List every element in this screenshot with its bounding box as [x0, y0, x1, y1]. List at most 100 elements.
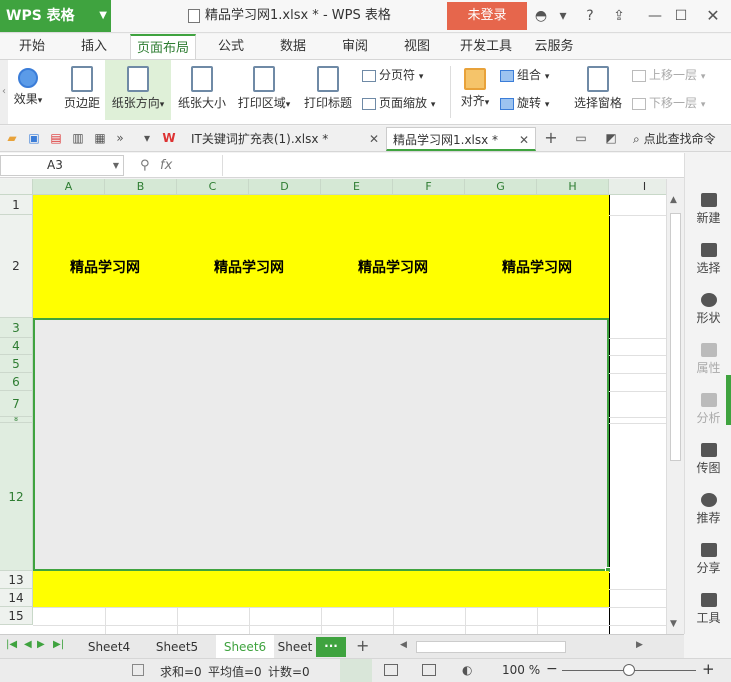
open-icon[interactable]: ▰	[5, 131, 19, 145]
print-titles-button[interactable]: 打印标题	[300, 60, 356, 120]
tab-review[interactable]: 审阅	[331, 34, 379, 60]
close-icon[interactable]: ✕	[519, 128, 529, 152]
page-layout-view-icon[interactable]	[422, 664, 436, 676]
send-backward-button[interactable]: 下移一层 ▾	[632, 92, 705, 114]
row-header-4[interactable]: 4	[0, 338, 33, 355]
doc-tab-1[interactable]: IT关键词扩充表(1).xlsx * ✕	[185, 127, 385, 151]
chevron-down-icon[interactable]: ▼	[113, 156, 119, 175]
more-sheets-icon[interactable]: ···	[316, 637, 346, 657]
row-header-15[interactable]: 15	[0, 607, 33, 625]
row-header-2[interactable]: 2	[0, 215, 33, 318]
row-header-7[interactable]: 7	[0, 391, 33, 417]
bring-forward-button[interactable]: 上移一层 ▾	[632, 64, 705, 86]
first-sheet-icon[interactable]: |◀	[6, 639, 17, 650]
preview-icon[interactable]: ▦	[93, 131, 107, 145]
cell-c2[interactable]: 精品学习网	[177, 215, 321, 318]
selected-range[interactable]	[33, 318, 609, 571]
doc-tab-2[interactable]: 精品学习网1.xlsx * ✕	[386, 127, 536, 151]
column-header-i[interactable]: I	[609, 179, 666, 195]
maximize-icon[interactable]: ☐	[671, 6, 691, 26]
column-header-c[interactable]: C	[177, 179, 249, 195]
side-select[interactable]: 选择	[685, 243, 731, 276]
column-header-f[interactable]: F	[393, 179, 465, 195]
side-shape[interactable]: 形状	[685, 293, 731, 326]
group-button[interactable]: 组合 ▾	[500, 64, 549, 86]
more-icon[interactable]: »	[113, 131, 127, 145]
cell-e2[interactable]: 精品学习网	[321, 215, 465, 318]
side-share[interactable]: 分享	[685, 543, 731, 576]
row-header-12[interactable]: 12	[0, 423, 33, 571]
rotate-button[interactable]: 旋转 ▾	[500, 92, 549, 114]
column-header-e[interactable]: E	[321, 179, 393, 195]
formula-input[interactable]	[222, 155, 682, 176]
side-recommend[interactable]: 推荐	[685, 493, 731, 526]
fx-button[interactable]: fx	[160, 155, 220, 176]
prev-sheet-icon[interactable]: ◀	[24, 639, 32, 650]
tab-developer[interactable]: 开发工具	[455, 34, 517, 60]
eye-protection-icon[interactable]: ◐	[462, 663, 472, 677]
orientation-button[interactable]: 纸张方向▾	[105, 60, 171, 120]
column-header-d[interactable]: D	[249, 179, 321, 195]
tab-view[interactable]: 视图	[393, 34, 441, 60]
minimize-icon[interactable]: —	[645, 6, 665, 26]
zoom-slider-thumb[interactable]	[623, 664, 635, 676]
zoom-level[interactable]: 100 %	[502, 663, 540, 677]
cell-g2[interactable]: 精品学习网	[465, 215, 609, 318]
normal-view-button[interactable]	[340, 659, 372, 682]
row-header-5[interactable]: 5	[0, 355, 33, 373]
cell-a2[interactable]: 精品学习网	[33, 215, 177, 318]
zoom-in-icon[interactable]: +	[702, 660, 715, 678]
zoom-search-icon[interactable]: ⚲	[140, 158, 156, 174]
page-zoom-button[interactable]: 页面缩放 ▾	[362, 92, 435, 114]
side-properties[interactable]: 属性	[685, 343, 731, 376]
close-icon[interactable]: ✕	[703, 6, 723, 26]
panel-collapse-handle[interactable]	[726, 375, 731, 425]
vertical-scrollbar[interactable]: ▲ ▼	[666, 179, 684, 634]
scroll-down-icon[interactable]: ▼	[670, 619, 677, 629]
page-break-view-icon[interactable]	[384, 664, 398, 676]
scroll-up-icon[interactable]: ▲	[670, 195, 677, 205]
sheet-tab-sheet6[interactable]: Sheet6	[216, 635, 274, 659]
selection-pane-button[interactable]: 选择窗格	[570, 60, 626, 120]
pdf-icon[interactable]: ▤	[49, 131, 63, 145]
row-header-3[interactable]: 3	[0, 318, 33, 338]
new-tab-icon[interactable]: +	[544, 130, 558, 146]
row-header-6[interactable]: 6	[0, 373, 33, 391]
zoom-out-icon[interactable]: −	[546, 661, 558, 677]
print-area-button[interactable]: 打印区域▾	[233, 60, 295, 120]
spreadsheet-grid[interactable]: A B C D E F G H I 1 2 3 4 5 6 7 8 12 13 …	[0, 179, 666, 634]
column-header-a[interactable]: A	[33, 179, 105, 195]
ribbon-scroll-left-icon[interactable]: ‹	[0, 60, 8, 124]
print-icon[interactable]: ▥	[71, 131, 85, 145]
tab-insert[interactable]: 插入	[70, 34, 118, 60]
scroll-thumb[interactable]	[670, 213, 681, 461]
next-sheet-icon[interactable]: ▶	[37, 639, 45, 650]
restore-ribbon-icon[interactable]: ⇪	[609, 6, 629, 26]
margins-button[interactable]: 页边距	[60, 60, 104, 120]
horizontal-scrollbar[interactable]	[416, 641, 566, 653]
column-header-b[interactable]: B	[105, 179, 177, 195]
side-analysis[interactable]: 分析	[685, 393, 731, 426]
close-icon[interactable]: ✕	[369, 127, 379, 151]
help-icon[interactable]: ?	[580, 6, 600, 26]
sheet-tab-partial[interactable]: Sheet	[276, 635, 314, 659]
align-button[interactable]: 对齐▾	[455, 60, 495, 120]
doc-list-icon[interactable]: ▭	[574, 131, 588, 145]
side-upload-image[interactable]: 传图	[685, 443, 731, 476]
tab-cloud[interactable]: 云服务	[528, 34, 580, 60]
tab-home[interactable]: 开始	[8, 34, 56, 60]
tab-formulas[interactable]: 公式	[207, 34, 255, 60]
side-new[interactable]: 新建	[685, 193, 731, 226]
side-tools[interactable]: 工具	[685, 593, 731, 626]
page-break-button[interactable]: 分页符 ▾	[362, 64, 423, 86]
row-header-13[interactable]: 13	[0, 571, 33, 589]
chevron-down-icon[interactable]: ▾	[140, 131, 154, 145]
back-icon[interactable]: ◩	[604, 131, 618, 145]
app-menu-button[interactable]: WPS 表格 ▼	[0, 0, 111, 32]
row-header-14[interactable]: 14	[0, 589, 33, 607]
scroll-right-icon[interactable]: ▶	[636, 640, 643, 650]
save-icon[interactable]: ▣	[27, 131, 41, 145]
search-command[interactable]: ⌕ 点此查找命令	[633, 126, 716, 152]
name-box[interactable]: A3 ▼	[0, 155, 124, 176]
shirt-icon[interactable]: ▾	[553, 6, 573, 26]
